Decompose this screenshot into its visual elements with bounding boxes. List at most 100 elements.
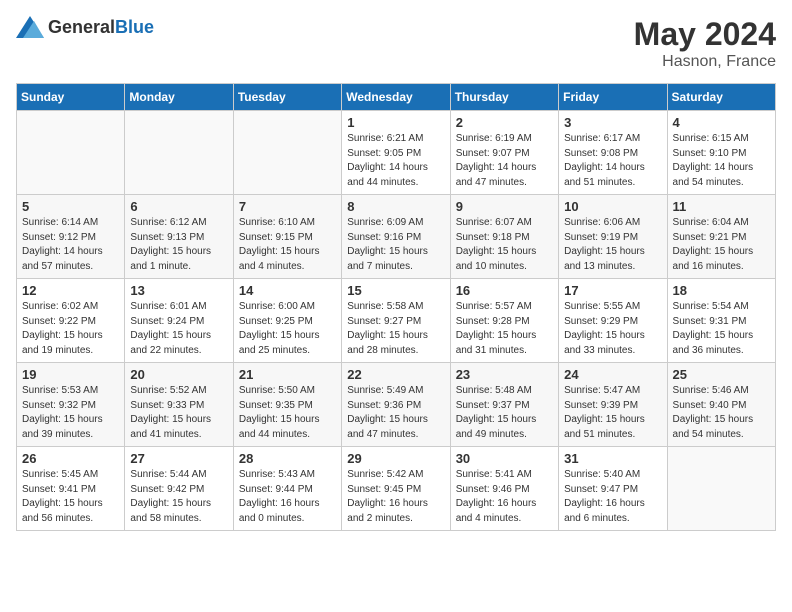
day-info: Sunrise: 6:14 AM Sunset: 9:12 PM Dayligh… bbox=[22, 216, 119, 274]
day-number: 20 bbox=[130, 367, 227, 382]
day-number: 15 bbox=[347, 283, 444, 298]
calendar-week-row: 19 Sunrise: 5:53 AM Sunset: 9:32 PM Dayli… bbox=[17, 363, 776, 447]
day-info: Sunrise: 5:54 AM Sunset: 9:31 PM Dayligh… bbox=[673, 300, 770, 358]
calendar-cell: 18 Sunrise: 5:54 AM Sunset: 9:31 PM Dayli… bbox=[667, 279, 775, 363]
day-number: 13 bbox=[130, 283, 227, 298]
day-info: Sunrise: 6:09 AM Sunset: 9:16 PM Dayligh… bbox=[347, 216, 444, 274]
calendar-week-row: 5 Sunrise: 6:14 AM Sunset: 9:12 PM Daylig… bbox=[17, 195, 776, 279]
day-info: Sunrise: 5:48 AM Sunset: 9:37 PM Dayligh… bbox=[456, 384, 553, 442]
calendar-title: May 2024 bbox=[634, 16, 776, 53]
day-number: 22 bbox=[347, 367, 444, 382]
logo-icon bbox=[16, 16, 44, 38]
day-info: Sunrise: 5:45 AM Sunset: 9:41 PM Dayligh… bbox=[22, 468, 119, 526]
calendar-cell: 31Sunrise: 5:40 AM Sunset: 9:47 PM Dayli… bbox=[559, 447, 667, 531]
day-info: Sunrise: 6:15 AM Sunset: 9:10 PM Dayligh… bbox=[673, 132, 770, 190]
day-info: Sunrise: 5:44 AM Sunset: 9:42 PM Dayligh… bbox=[130, 468, 227, 526]
calendar-cell: 6 Sunrise: 6:12 AM Sunset: 9:13 PM Daylig… bbox=[125, 195, 233, 279]
calendar-cell: 21 Sunrise: 5:50 AM Sunset: 9:35 PM Dayli… bbox=[233, 363, 341, 447]
day-info: Sunrise: 5:49 AM Sunset: 9:36 PM Dayligh… bbox=[347, 384, 444, 442]
calendar-body: 1 Sunrise: 6:21 AM Sunset: 9:05 PM Daylig… bbox=[17, 111, 776, 531]
weekday-header-sunday: Sunday bbox=[17, 84, 125, 111]
calendar-week-row: 1 Sunrise: 6:21 AM Sunset: 9:05 PM Daylig… bbox=[17, 111, 776, 195]
day-number: 26 bbox=[22, 451, 119, 466]
day-info: Sunrise: 5:46 AM Sunset: 9:40 PM Dayligh… bbox=[673, 384, 770, 442]
day-info: Sunrise: 5:47 AM Sunset: 9:39 PM Dayligh… bbox=[564, 384, 661, 442]
day-number: 8 bbox=[347, 199, 444, 214]
day-info: Sunrise: 5:41 AM Sunset: 9:46 PM Dayligh… bbox=[456, 468, 553, 526]
day-info: Sunrise: 5:40 AM Sunset: 9:47 PM Dayligh… bbox=[564, 468, 661, 526]
calendar-cell: 27Sunrise: 5:44 AM Sunset: 9:42 PM Dayli… bbox=[125, 447, 233, 531]
calendar-cell: 4 Sunrise: 6:15 AM Sunset: 9:10 PM Daylig… bbox=[667, 111, 775, 195]
day-info: Sunrise: 6:00 AM Sunset: 9:25 PM Dayligh… bbox=[239, 300, 336, 358]
day-info: Sunrise: 6:10 AM Sunset: 9:15 PM Dayligh… bbox=[239, 216, 336, 274]
calendar-cell: 5 Sunrise: 6:14 AM Sunset: 9:12 PM Daylig… bbox=[17, 195, 125, 279]
weekday-header-wednesday: Wednesday bbox=[342, 84, 450, 111]
calendar-week-row: 12Sunrise: 6:02 AM Sunset: 9:22 PM Dayli… bbox=[17, 279, 776, 363]
calendar-cell: 28 Sunrise: 5:43 AM Sunset: 9:44 PM Dayli… bbox=[233, 447, 341, 531]
day-number: 11 bbox=[673, 199, 770, 214]
calendar-cell: 8 Sunrise: 6:09 AM Sunset: 9:16 PM Daylig… bbox=[342, 195, 450, 279]
day-number: 7 bbox=[239, 199, 336, 214]
day-number: 29 bbox=[347, 451, 444, 466]
day-number: 5 bbox=[22, 199, 119, 214]
calendar-cell: 2 Sunrise: 6:19 AM Sunset: 9:07 PM Daylig… bbox=[450, 111, 558, 195]
day-info: Sunrise: 5:57 AM Sunset: 9:28 PM Dayligh… bbox=[456, 300, 553, 358]
day-number: 16 bbox=[456, 283, 553, 298]
logo-blue-text: Blue bbox=[115, 17, 154, 37]
calendar-cell: 24 Sunrise: 5:47 AM Sunset: 9:39 PM Dayli… bbox=[559, 363, 667, 447]
day-info: Sunrise: 5:43 AM Sunset: 9:44 PM Dayligh… bbox=[239, 468, 336, 526]
calendar-cell: 12Sunrise: 6:02 AM Sunset: 9:22 PM Dayli… bbox=[17, 279, 125, 363]
day-info: Sunrise: 5:52 AM Sunset: 9:33 PM Dayligh… bbox=[130, 384, 227, 442]
day-number: 4 bbox=[673, 115, 770, 130]
weekday-header-thursday: Thursday bbox=[450, 84, 558, 111]
title-block: May 2024 Hasnon, France bbox=[634, 16, 776, 71]
day-info: Sunrise: 6:04 AM Sunset: 9:21 PM Dayligh… bbox=[673, 216, 770, 274]
day-info: Sunrise: 6:07 AM Sunset: 9:18 PM Dayligh… bbox=[456, 216, 553, 274]
calendar-week-row: 26 Sunrise: 5:45 AM Sunset: 9:41 PM Dayli… bbox=[17, 447, 776, 531]
day-info: Sunrise: 6:21 AM Sunset: 9:05 PM Dayligh… bbox=[347, 132, 444, 190]
calendar-cell: 14Sunrise: 6:00 AM Sunset: 9:25 PM Dayli… bbox=[233, 279, 341, 363]
day-number: 30 bbox=[456, 451, 553, 466]
calendar-cell bbox=[125, 111, 233, 195]
day-info: Sunrise: 5:50 AM Sunset: 9:35 PM Dayligh… bbox=[239, 384, 336, 442]
day-info: Sunrise: 6:19 AM Sunset: 9:07 PM Dayligh… bbox=[456, 132, 553, 190]
logo-general-text: General bbox=[48, 17, 115, 37]
day-number: 1 bbox=[347, 115, 444, 130]
calendar-cell: 23 Sunrise: 5:48 AM Sunset: 9:37 PM Dayli… bbox=[450, 363, 558, 447]
calendar-header-row: SundayMondayTuesdayWednesdayThursdayFrid… bbox=[17, 84, 776, 111]
calendar-cell bbox=[233, 111, 341, 195]
calendar-cell: 13Sunrise: 6:01 AM Sunset: 9:24 PM Dayli… bbox=[125, 279, 233, 363]
calendar-cell bbox=[667, 447, 775, 531]
calendar-cell bbox=[17, 111, 125, 195]
calendar-cell: 9 Sunrise: 6:07 AM Sunset: 9:18 PM Daylig… bbox=[450, 195, 558, 279]
day-number: 9 bbox=[456, 199, 553, 214]
calendar-cell: 26 Sunrise: 5:45 AM Sunset: 9:41 PM Dayli… bbox=[17, 447, 125, 531]
day-number: 28 bbox=[239, 451, 336, 466]
day-number: 12 bbox=[22, 283, 119, 298]
weekday-header-friday: Friday bbox=[559, 84, 667, 111]
day-number: 10 bbox=[564, 199, 661, 214]
day-info: Sunrise: 6:06 AM Sunset: 9:19 PM Dayligh… bbox=[564, 216, 661, 274]
day-number: 25 bbox=[673, 367, 770, 382]
calendar-cell: 29 Sunrise: 5:42 AM Sunset: 9:45 PM Dayli… bbox=[342, 447, 450, 531]
day-number: 19 bbox=[22, 367, 119, 382]
day-info: Sunrise: 5:53 AM Sunset: 9:32 PM Dayligh… bbox=[22, 384, 119, 442]
day-number: 24 bbox=[564, 367, 661, 382]
weekday-header-saturday: Saturday bbox=[667, 84, 775, 111]
calendar-cell: 30 Sunrise: 5:41 AM Sunset: 9:46 PM Dayli… bbox=[450, 447, 558, 531]
day-number: 23 bbox=[456, 367, 553, 382]
calendar-cell: 19 Sunrise: 5:53 AM Sunset: 9:32 PM Dayli… bbox=[17, 363, 125, 447]
calendar-cell: 17Sunrise: 5:55 AM Sunset: 9:29 PM Dayli… bbox=[559, 279, 667, 363]
day-number: 2 bbox=[456, 115, 553, 130]
day-number: 21 bbox=[239, 367, 336, 382]
calendar-cell: 1 Sunrise: 6:21 AM Sunset: 9:05 PM Daylig… bbox=[342, 111, 450, 195]
logo: GeneralBlue bbox=[16, 16, 154, 38]
calendar-cell: 15 Sunrise: 5:58 AM Sunset: 9:27 PM Dayli… bbox=[342, 279, 450, 363]
day-info: Sunrise: 6:12 AM Sunset: 9:13 PM Dayligh… bbox=[130, 216, 227, 274]
day-info: Sunrise: 5:42 AM Sunset: 9:45 PM Dayligh… bbox=[347, 468, 444, 526]
day-info: Sunrise: 5:58 AM Sunset: 9:27 PM Dayligh… bbox=[347, 300, 444, 358]
calendar-cell: 10 Sunrise: 6:06 AM Sunset: 9:19 PM Dayli… bbox=[559, 195, 667, 279]
day-number: 3 bbox=[564, 115, 661, 130]
day-number: 6 bbox=[130, 199, 227, 214]
day-number: 18 bbox=[673, 283, 770, 298]
